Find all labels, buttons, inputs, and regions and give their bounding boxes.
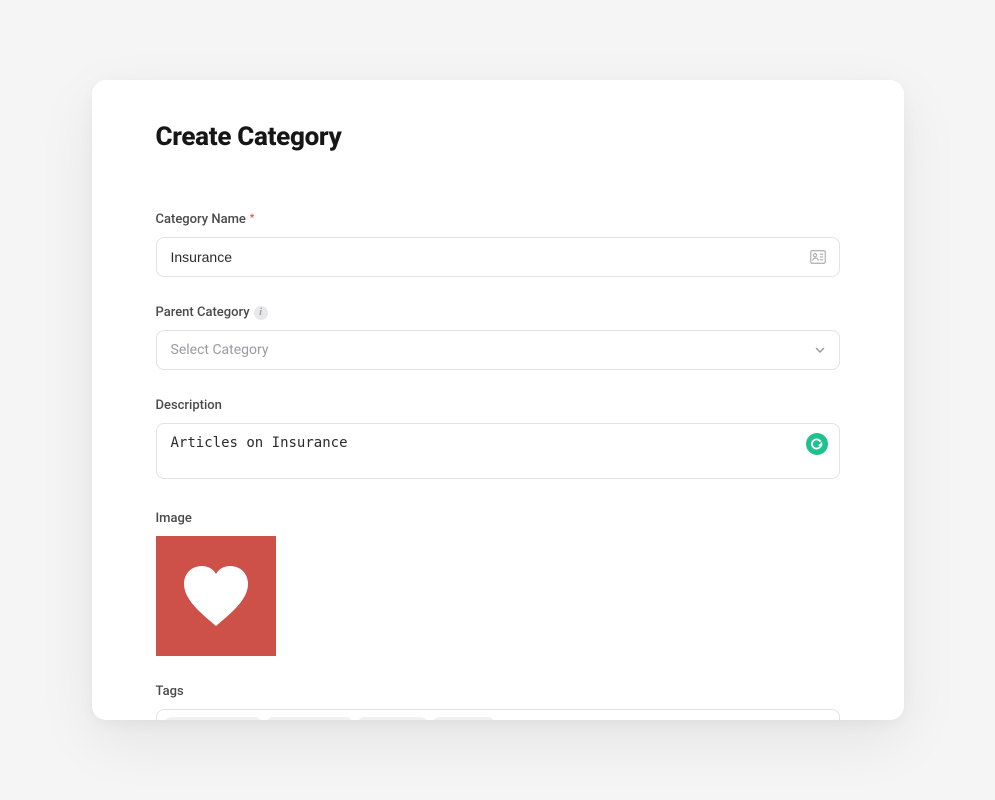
field-category-name: Category Name * [156, 212, 840, 277]
category-name-input[interactable] [156, 237, 840, 277]
create-category-card: Create Category Category Name * Par [92, 80, 904, 720]
heart-icon [180, 564, 252, 628]
tag-chip: Medical [267, 717, 352, 721]
label-text: Tags [156, 684, 184, 699]
input-wrap-category-name [156, 237, 840, 277]
parent-category-select[interactable]: Select Category [156, 330, 840, 370]
label-text: Parent Category [156, 305, 250, 320]
image-preview[interactable] [156, 536, 276, 656]
id-card-icon [810, 250, 826, 264]
input-wrap-description [156, 423, 840, 483]
field-description: Description [156, 398, 840, 483]
tags-input[interactable]: Insurance Medical Term Life [156, 709, 840, 720]
label-parent-category: Parent Category i [156, 305, 840, 320]
label-text: Description [156, 398, 222, 413]
label-text: Category Name [156, 212, 246, 227]
info-icon[interactable]: i [254, 306, 268, 320]
field-image: Image [156, 511, 840, 656]
description-textarea[interactable] [156, 423, 840, 479]
tag-chip: Insurance [165, 717, 261, 721]
input-wrap-parent-category: Select Category [156, 330, 840, 370]
grammarly-icon[interactable] [806, 433, 828, 455]
label-image: Image [156, 511, 840, 526]
page-title: Create Category [156, 122, 840, 152]
label-category-name: Category Name * [156, 212, 840, 227]
label-text: Image [156, 511, 192, 526]
tag-chip: Life [433, 717, 494, 721]
field-tags: Tags Insurance Medical Term [156, 684, 840, 720]
tag-chip: Term [358, 717, 427, 721]
label-description: Description [156, 398, 840, 413]
label-tags: Tags [156, 684, 840, 699]
required-asterisk-icon: * [250, 214, 254, 224]
field-parent-category: Parent Category i Select Category [156, 305, 840, 370]
